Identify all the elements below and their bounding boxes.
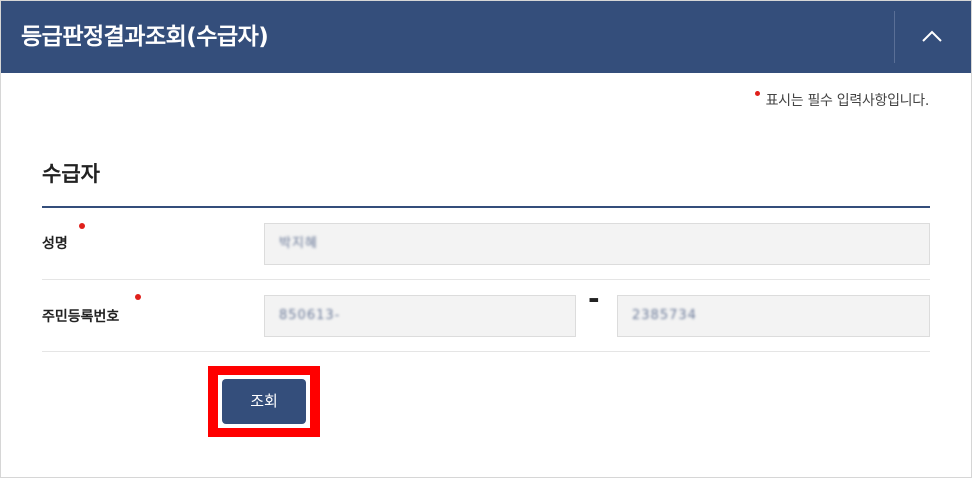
resident-number-back-value: 2385734 — [632, 308, 697, 323]
highlight-inner: 조회 — [218, 375, 310, 428]
required-dot-icon — [754, 91, 760, 96]
name-label: 성명 — [42, 236, 68, 252]
chevron-up-icon — [922, 30, 942, 42]
result-lookup-panel: 등급판정결과조회(수급자) 표시는 필수 입력사항입니다. 수급자 성명 박지혜… — [0, 0, 972, 478]
required-dot-icon — [79, 223, 85, 229]
row-divider — [42, 351, 930, 352]
name-input[interactable]: 박지혜 — [264, 223, 930, 265]
required-dot-icon — [135, 294, 141, 300]
section-title: 수급자 — [42, 162, 100, 186]
resident-number-back-input[interactable]: 2385734 — [617, 295, 930, 337]
panel-header: 등급판정결과조회(수급자) — [1, 1, 971, 73]
section-divider — [42, 206, 930, 208]
resident-number-front-input[interactable]: 850613- — [264, 295, 576, 337]
resident-number-front-value: 850613- — [279, 308, 341, 323]
search-button[interactable]: 조회 — [222, 379, 306, 424]
collapse-button[interactable] — [895, 1, 971, 73]
required-note-text: 표시는 필수 입력사항입니다. — [765, 93, 930, 109]
resident-number-label: 주민등록번호 — [42, 309, 120, 325]
required-fields-note: 표시는 필수 입력사항입니다. — [754, 91, 930, 111]
row-divider — [42, 279, 930, 280]
resident-number-separator: - — [588, 282, 600, 315]
button-highlight-box: 조회 — [208, 366, 320, 437]
panel-title: 등급판정결과조회(수급자) — [21, 24, 269, 50]
name-value: 박지혜 — [279, 236, 318, 251]
